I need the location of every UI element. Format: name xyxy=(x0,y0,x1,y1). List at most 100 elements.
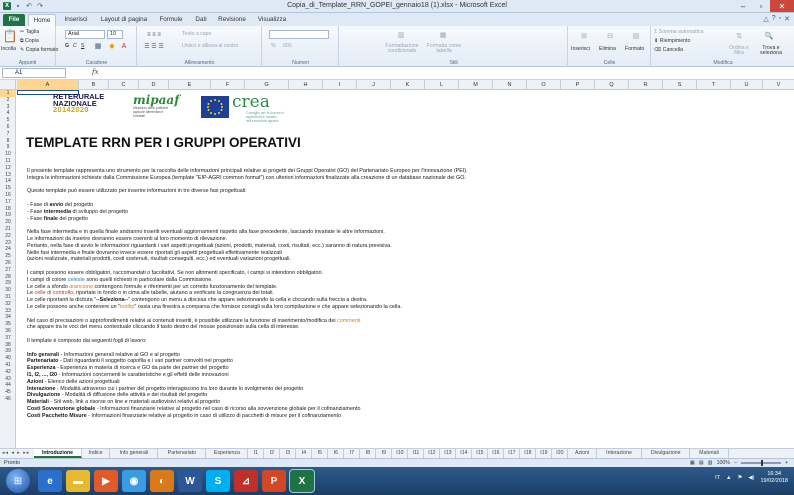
sheet-tab[interactable]: I9 xyxy=(376,449,393,458)
sheet-nav-arrows-icon[interactable]: ◂◂ ◂ ▸ ▸▸ xyxy=(2,450,30,456)
powerpoint-icon[interactable]: P xyxy=(262,470,286,492)
sheet-tab[interactable]: Esperienza xyxy=(206,449,249,458)
row-header[interactable]: 26 xyxy=(0,260,16,267)
column-header-u[interactable]: U xyxy=(731,80,763,90)
find-select-button[interactable]: Trova e seleziona xyxy=(756,45,786,56)
language-indicator[interactable]: IT xyxy=(715,475,720,481)
paste-button[interactable]: Incolla xyxy=(1,46,16,52)
thousands-button[interactable]: 000 xyxy=(283,43,292,49)
sort-filter-icon[interactable]: ⇅ xyxy=(732,29,746,43)
skype-icon[interactable]: S xyxy=(206,470,230,492)
close-workbook-icon[interactable]: ✕ xyxy=(784,15,790,23)
formula-input[interactable] xyxy=(104,68,790,78)
column-header-i[interactable]: I xyxy=(323,80,357,90)
row-header[interactable]: 18 xyxy=(0,206,16,213)
zoom-out-icon[interactable]: − xyxy=(734,460,737,466)
row-header[interactable]: 43 xyxy=(0,376,16,383)
sheet-tab[interactable]: I16 xyxy=(488,449,505,458)
column-header-o[interactable]: O xyxy=(527,80,561,90)
row-header[interactable]: 17 xyxy=(0,199,16,206)
row-header[interactable]: 2 xyxy=(0,97,16,104)
row-header[interactable]: 14 xyxy=(0,178,16,185)
minimize-button[interactable]: – xyxy=(734,0,752,12)
column-header-s[interactable]: S xyxy=(663,80,697,90)
internet-explorer-icon[interactable]: e xyxy=(38,470,62,492)
column-header-d[interactable]: D xyxy=(139,80,169,90)
clock[interactable]: 16:34 19/02/2018 xyxy=(760,471,788,485)
sheet-tab[interactable]: I20 xyxy=(552,449,569,458)
row-header[interactable]: 33 xyxy=(0,308,16,315)
insert-cells-icon[interactable]: ⊞ xyxy=(577,29,591,43)
sheet-tab[interactable]: I17 xyxy=(504,449,521,458)
sheet-tab[interactable]: I1 xyxy=(248,449,265,458)
zoom-level[interactable]: 100% xyxy=(717,460,730,466)
sheet-tab[interactable]: Indice xyxy=(82,449,111,458)
format-as-table-icon[interactable]: ▦ xyxy=(436,28,450,42)
firefox-icon[interactable]: ◐ xyxy=(150,470,174,492)
copy-button[interactable]: ⧉ Copia xyxy=(20,38,39,45)
zoom-in-icon[interactable]: + xyxy=(785,460,788,466)
sheet-tab[interactable]: Azioni xyxy=(568,449,597,458)
tab-page-layout[interactable]: Layout di pagina xyxy=(96,14,152,26)
row-header[interactable]: 41 xyxy=(0,362,16,369)
sort-filter-button[interactable]: Ordina e filtra xyxy=(724,45,754,56)
sheet-tab[interactable]: I19 xyxy=(536,449,553,458)
sheet-tab[interactable]: I13 xyxy=(440,449,457,458)
row-header[interactable]: 6 xyxy=(0,124,16,131)
row-header[interactable]: 11 xyxy=(0,158,16,165)
row-header[interactable]: 25 xyxy=(0,253,16,260)
help-icon[interactable]: ? xyxy=(772,15,776,23)
conditional-format-icon[interactable]: ▥ xyxy=(394,28,408,42)
row-header[interactable]: 7 xyxy=(0,131,16,138)
column-header-l[interactable]: L xyxy=(425,80,459,90)
sheet-tab[interactable]: I12 xyxy=(424,449,441,458)
close-button[interactable]: ✕ xyxy=(770,0,794,12)
row-header[interactable]: 1 xyxy=(0,90,16,97)
align-left-icon[interactable]: ☰ ☰ ☰ xyxy=(142,42,166,51)
media-player-icon[interactable]: ▶ xyxy=(94,470,118,492)
start-button-icon[interactable]: ⊞ xyxy=(6,469,30,493)
tab-file[interactable]: File xyxy=(3,14,25,26)
row-header[interactable]: 13 xyxy=(0,172,16,179)
row-header[interactable]: 23 xyxy=(0,240,16,247)
row-header[interactable]: 20 xyxy=(0,219,16,226)
column-header-e[interactable]: E xyxy=(169,80,211,90)
font-color-icon[interactable]: A xyxy=(119,41,129,51)
minimize-ribbon-icon[interactable]: △ xyxy=(763,15,768,23)
row-header[interactable]: 12 xyxy=(0,165,16,172)
number-format-select[interactable] xyxy=(269,30,329,39)
column-header-f[interactable]: F xyxy=(211,80,245,90)
row-header[interactable]: 38 xyxy=(0,342,16,349)
tab-home[interactable]: Home xyxy=(28,14,56,26)
worksheet-grid[interactable]: RETERURALE NAZIONALE 20142020 mipaaf Min… xyxy=(17,90,794,448)
row-header[interactable]: 45 xyxy=(0,389,16,396)
column-header-b[interactable]: B xyxy=(79,80,109,90)
italic-button[interactable]: C xyxy=(73,43,77,49)
sheet-tab[interactable]: I11 xyxy=(408,449,425,458)
row-header[interactable]: 40 xyxy=(0,355,16,362)
row-header[interactable]: 15 xyxy=(0,185,16,192)
volume-icon[interactable]: ◀) xyxy=(748,475,754,481)
row-header[interactable]: 22 xyxy=(0,233,16,240)
sheet-tab[interactable]: I5 xyxy=(312,449,329,458)
row-header[interactable]: 9 xyxy=(0,144,16,151)
conditional-format-button[interactable]: Formattazione condizionale xyxy=(384,43,420,54)
row-header[interactable]: 10 xyxy=(0,151,16,158)
paste-icon[interactable]: 📋 xyxy=(3,29,18,43)
column-header-q[interactable]: Q xyxy=(595,80,629,90)
row-header[interactable]: 27 xyxy=(0,267,16,274)
font-name-select[interactable]: Arial xyxy=(65,30,105,39)
format-painter-button[interactable]: ✎ Copia formato xyxy=(20,47,58,53)
sheet-tab[interactable]: Info generali xyxy=(110,449,159,458)
acrobat-icon[interactable]: ⊿ xyxy=(234,470,258,492)
row-header[interactable]: 46 xyxy=(0,396,16,403)
column-header-k[interactable]: K xyxy=(391,80,425,90)
sheet-tab[interactable]: I6 xyxy=(328,449,345,458)
clear-button[interactable]: ⌫ Cancella xyxy=(654,47,683,53)
format-cells-icon[interactable]: ▤ xyxy=(629,29,643,43)
tab-insert[interactable]: Inserisci xyxy=(58,14,94,26)
sheet-tab[interactable]: I10 xyxy=(392,449,409,458)
format-as-table-button[interactable]: Formatta come tabella xyxy=(426,43,462,54)
cut-button[interactable]: ✂ Taglia xyxy=(20,29,39,35)
row-header[interactable]: 31 xyxy=(0,294,16,301)
